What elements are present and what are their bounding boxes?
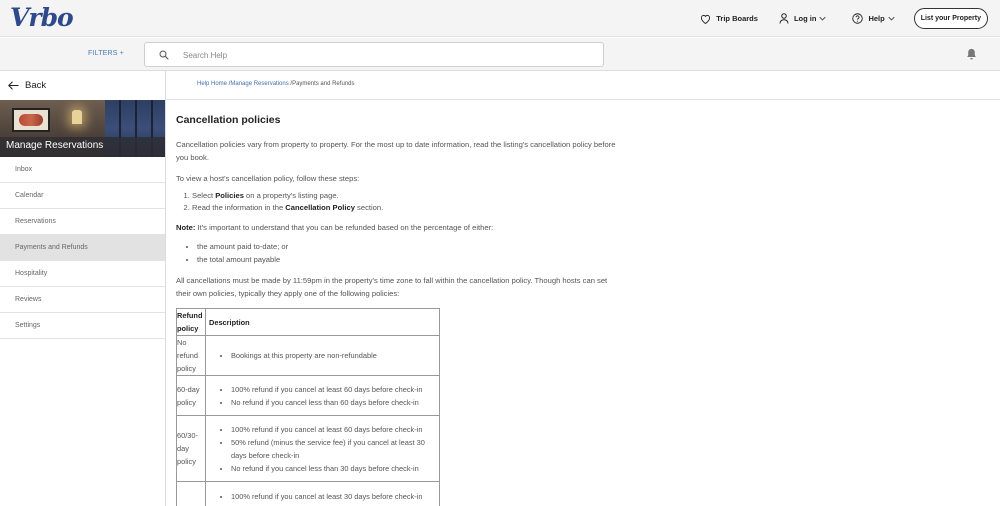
- login-label: Log in: [793, 14, 817, 23]
- vrbo-logo[interactable]: Vrbo: [10, 4, 74, 32]
- table-row: 60/30-day policy 100% refund if you canc…: [176, 415, 440, 482]
- policy-name: [176, 481, 206, 506]
- page-title: Cancellation policies: [176, 114, 281, 126]
- cutoff-paragraph: All cancellations must be made by 11:59p…: [176, 276, 608, 298]
- list-property-button[interactable]: List your Property: [913, 8, 988, 29]
- intro-paragraph: Cancellation policies vary from property…: [176, 140, 616, 162]
- breadcrumb-current: Payments and Refunds: [292, 81, 355, 87]
- article: Cancellation policies Cancellation polic…: [176, 114, 616, 506]
- bell-icon[interactable]: [966, 48, 977, 60]
- list-item: No refund if you cancel less than 30 day…: [231, 462, 437, 475]
- steps-intro: To view a host's cancellation policy, fo…: [176, 174, 360, 183]
- search-box[interactable]: [144, 42, 604, 67]
- steps-list: Select Policies on a property's listing …: [176, 190, 616, 213]
- back-label: Back: [25, 80, 47, 91]
- list-item: No refund if you cancel less than 60 day…: [231, 396, 437, 409]
- table-header-row: Refund policy Description: [176, 308, 440, 336]
- sidebar: Back Manage Reservations Inbox Calendar …: [0, 71, 166, 506]
- arrow-left-icon: [8, 81, 19, 90]
- wall-art-image: [12, 108, 50, 132]
- note-bullet-list: the amount paid to-date; or the total am…: [176, 240, 616, 266]
- breadcrumb-manage-reservations[interactable]: Manage Reservations: [230, 81, 288, 87]
- top-nav: Trip Boards Log in Help List your Proper…: [679, 0, 988, 37]
- breadcrumb: Help Home /Manage Reservations /Payments…: [197, 81, 354, 87]
- back-button[interactable]: Back: [0, 71, 165, 100]
- sidebar-item-calendar[interactable]: Calendar: [0, 183, 165, 209]
- table-row: 60-day policy 100% refund if you cancel …: [176, 375, 440, 416]
- user-icon: [779, 13, 789, 24]
- column-header-refund-policy: Refund policy: [176, 308, 206, 336]
- section-banner: Manage Reservations: [0, 100, 165, 157]
- help-label: Help: [868, 14, 885, 23]
- help-circle-icon: [852, 13, 864, 24]
- breadcrumb-help-home[interactable]: Help Home: [197, 81, 227, 87]
- sidebar-item-inbox[interactable]: Inbox: [0, 157, 165, 183]
- list-item: Bookings at this property are non-refund…: [231, 349, 437, 362]
- sidebar-item-reservations[interactable]: Reservations: [0, 209, 165, 235]
- list-item: 100% refund if you cancel at least 60 da…: [231, 383, 437, 396]
- chevron-down-icon: [888, 16, 895, 21]
- list-item: the total amount payable: [197, 253, 616, 266]
- note-paragraph: Note: It's important to understand that …: [176, 223, 494, 232]
- list-item: 100% refund if you cancel at least 30 da…: [231, 490, 437, 503]
- search-icon: [159, 50, 169, 60]
- table-row: 100% refund if you cancel at least 30 da…: [176, 481, 440, 506]
- help-menu[interactable]: Help: [852, 13, 899, 24]
- policy-name: 60-day policy: [176, 375, 206, 416]
- login-menu[interactable]: Log in: [779, 13, 832, 24]
- list-item: 100% refund if you cancel at least 60 da…: [231, 423, 437, 436]
- sidebar-item-hospitality[interactable]: Hospitality: [0, 261, 165, 287]
- filters-button[interactable]: FILTERS +: [88, 50, 124, 57]
- table-row: No refund policy Bookings at this proper…: [176, 335, 440, 376]
- chevron-down-icon: [819, 16, 827, 21]
- refund-policy-table: Refund policy Description No refund poli…: [176, 308, 440, 506]
- top-header: Vrbo Trip Boards Log in Help List your P…: [0, 0, 1000, 37]
- lamp-image: [72, 110, 82, 124]
- list-item: 50% refund (minus the service fee) if yo…: [231, 436, 437, 462]
- list-item: Select Policies on a property's listing …: [192, 190, 616, 202]
- trip-boards-label: Trip Boards: [716, 14, 758, 23]
- search-input[interactable]: [183, 48, 583, 62]
- sidebar-item-settings[interactable]: Settings: [0, 313, 165, 339]
- list-item: Read the information in the Cancellation…: [192, 202, 616, 214]
- search-bar-row: FILTERS +: [0, 38, 1000, 71]
- policy-name: No refund policy: [176, 335, 206, 376]
- trip-boards-link[interactable]: Trip Boards: [700, 14, 758, 24]
- note-label: Note:: [176, 223, 196, 232]
- section-title: Manage Reservations: [6, 140, 104, 151]
- policy-name: 60/30-day policy: [176, 415, 206, 482]
- heart-icon: [701, 14, 711, 24]
- sidebar-item-reviews[interactable]: Reviews: [0, 287, 165, 313]
- divider: [166, 99, 1000, 100]
- sidebar-item-payments-and-refunds[interactable]: Payments and Refunds: [0, 235, 165, 261]
- list-item: the amount paid to-date; or: [197, 240, 616, 253]
- column-header-description: Description: [205, 308, 440, 336]
